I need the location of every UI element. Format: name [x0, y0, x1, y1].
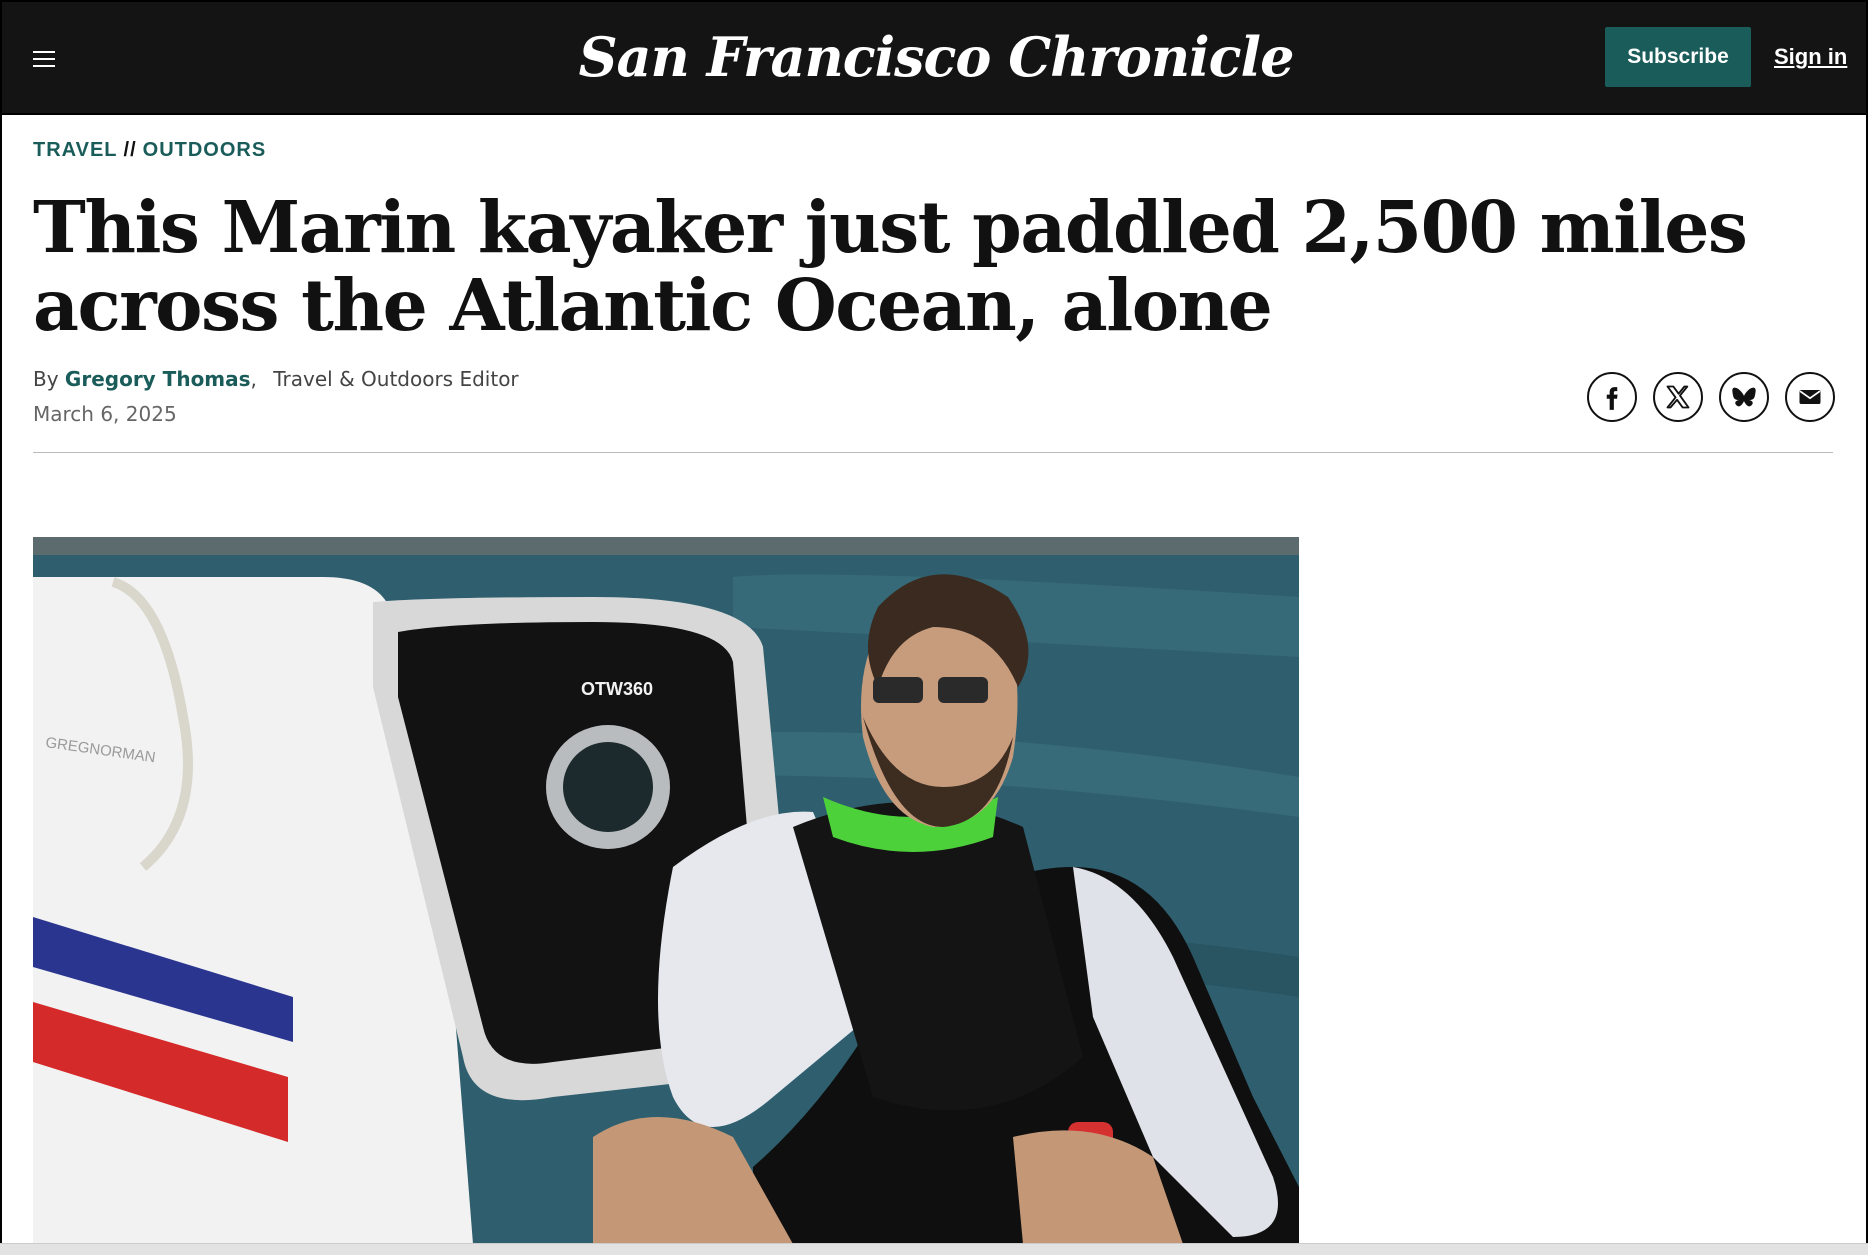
- header-divider: [33, 452, 1833, 453]
- author-link[interactable]: Gregory Thomas: [65, 367, 251, 391]
- publish-date: March 6, 2025: [33, 402, 177, 426]
- facebook-share-button[interactable]: [1587, 372, 1637, 422]
- email-share-button[interactable]: [1785, 372, 1835, 422]
- x-share-button[interactable]: [1653, 372, 1703, 422]
- byline-prefix: By: [33, 367, 59, 391]
- article-headline: This Marin kayaker just paddled 2,500 mi…: [33, 185, 1748, 347]
- sign-in-link[interactable]: Sign in: [1774, 44, 1847, 70]
- bluesky-icon: [1732, 387, 1756, 407]
- site-logo[interactable]: San Francisco Chronicle: [2, 22, 1868, 92]
- horizontal-scrollbar[interactable]: [0, 1243, 1868, 1255]
- section-link-travel[interactable]: TRAVEL: [33, 139, 118, 161]
- breadcrumb-separator: //: [123, 139, 137, 161]
- author-role: Travel & Outdoors Editor: [273, 367, 519, 391]
- x-icon: [1666, 385, 1690, 409]
- boat-label-text: OTW360: [581, 679, 653, 699]
- window-border-left: [0, 0, 2, 1255]
- bluesky-share-button[interactable]: [1719, 372, 1769, 422]
- facebook-icon: [1606, 387, 1618, 410]
- kayaker-photo-image: OTW360 GREGNORMAN: [33, 537, 1299, 1244]
- email-icon: [1799, 390, 1821, 404]
- byline: By Gregory Thomas, Travel & Outdoors Edi…: [33, 367, 519, 391]
- subscribe-button[interactable]: Subscribe: [1605, 27, 1751, 87]
- site-header: San Francisco Chronicle Subscribe Sign i…: [0, 0, 1868, 115]
- section-breadcrumb: TRAVEL// OUTDOORS: [33, 139, 266, 162]
- section-link-outdoors[interactable]: OUTDOORS: [143, 139, 267, 161]
- article-hero-photo[interactable]: OTW360 GREGNORMAN: [33, 537, 1299, 1244]
- byline-comma: ,: [250, 367, 257, 391]
